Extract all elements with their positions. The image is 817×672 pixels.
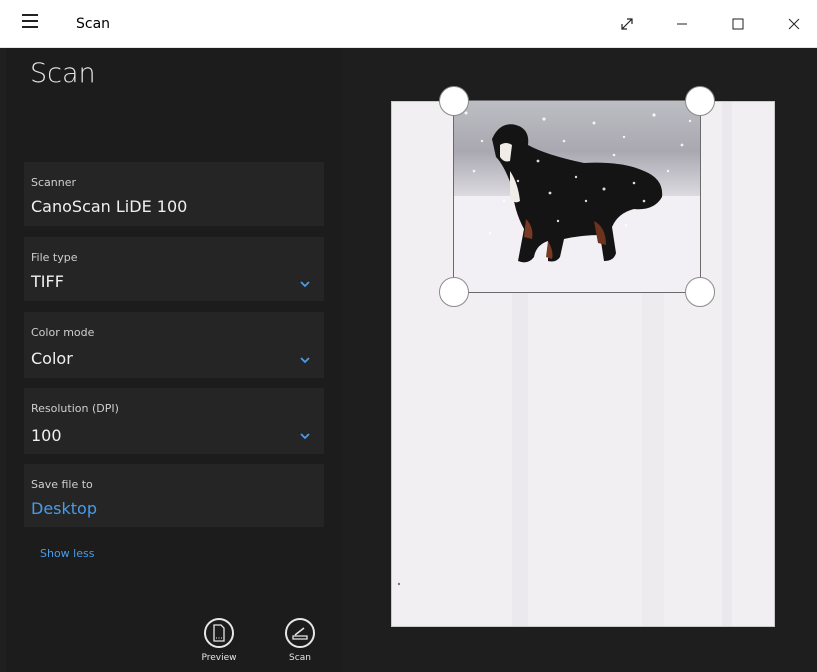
- preview-icon: [204, 618, 234, 648]
- chevron-down-icon: [300, 281, 310, 288]
- show-less-link[interactable]: Show less: [40, 547, 94, 560]
- crop-handle-top-left[interactable]: [439, 86, 469, 116]
- title-bar: Scan: [0, 0, 817, 48]
- minimize-icon: [677, 23, 687, 25]
- scanner-selector[interactable]: Scanner CanoScan LiDE 100: [24, 162, 324, 226]
- close-icon: [788, 18, 800, 30]
- resolution-value: 100: [31, 426, 62, 445]
- save-location-label: Save file to: [31, 478, 93, 491]
- maximize-icon: [732, 18, 744, 30]
- window-title: Scan: [76, 16, 111, 32]
- crop-handle-top-right[interactable]: [685, 86, 715, 116]
- crop-handle-bottom-right[interactable]: [685, 277, 715, 307]
- file-type-value: TIFF: [31, 272, 64, 291]
- scanner-value: CanoScan LiDE 100: [31, 197, 188, 216]
- preview-label: Preview: [201, 653, 237, 663]
- color-mode-value: Color: [31, 349, 73, 368]
- save-location-picker[interactable]: Save file to Desktop: [24, 464, 324, 527]
- chevron-down-icon: [300, 357, 310, 364]
- close-button[interactable]: [771, 8, 817, 40]
- maximize-button[interactable]: [715, 8, 761, 40]
- scanner-icon: [285, 618, 315, 648]
- minimize-button[interactable]: [659, 8, 705, 40]
- preview-button[interactable]: Preview: [194, 618, 244, 663]
- scan-button[interactable]: Scan: [275, 618, 325, 663]
- save-location-value[interactable]: Desktop: [31, 499, 97, 518]
- panel-heading: Scan: [30, 58, 96, 89]
- resolution-label: Resolution (DPI): [31, 402, 119, 415]
- scan-label: Scan: [289, 653, 311, 663]
- crop-handle-bottom-left[interactable]: [439, 277, 469, 307]
- crop-selection[interactable]: [453, 100, 701, 293]
- chevron-down-icon: [300, 433, 310, 440]
- expand-button[interactable]: [604, 8, 650, 40]
- color-mode-dropdown[interactable]: Color mode Color: [24, 312, 324, 378]
- expand-icon: [621, 18, 633, 30]
- resolution-dropdown[interactable]: Resolution (DPI) 100: [24, 388, 324, 454]
- scanner-label: Scanner: [31, 176, 77, 189]
- file-type-label: File type: [31, 251, 78, 264]
- hamburger-icon[interactable]: [22, 14, 38, 30]
- file-type-dropdown[interactable]: File type TIFF: [24, 237, 324, 301]
- color-mode-label: Color mode: [31, 326, 95, 339]
